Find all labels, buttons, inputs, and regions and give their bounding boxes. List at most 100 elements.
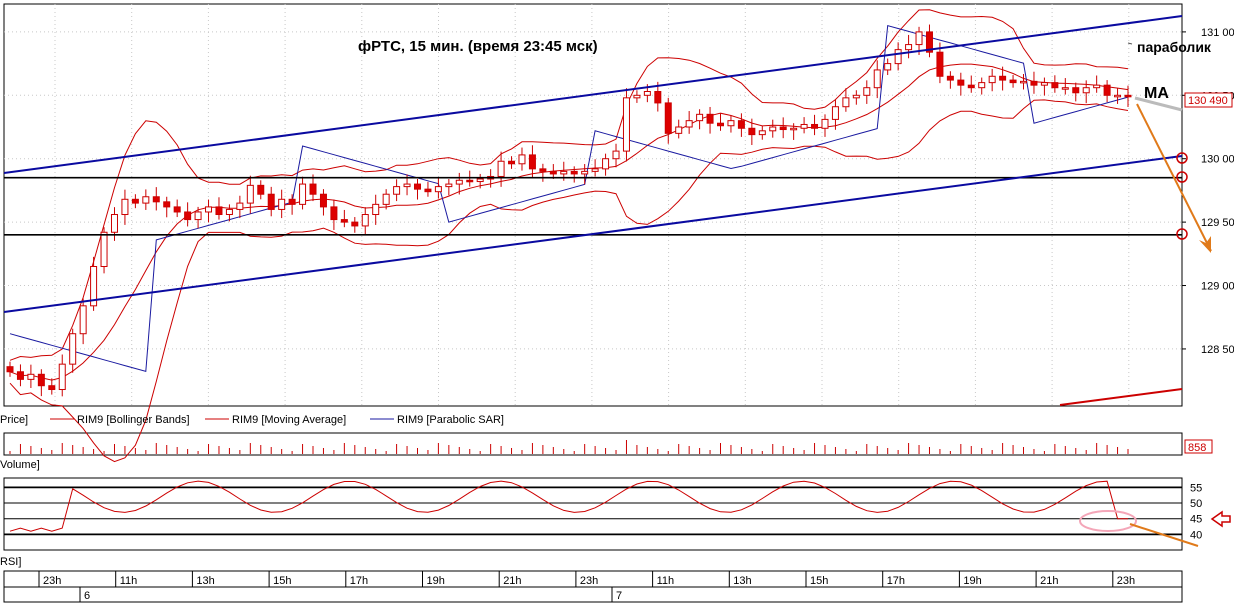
candle-down	[184, 211, 192, 221]
rsi-label: RSI]	[0, 556, 21, 568]
candle-up	[1093, 84, 1101, 89]
candle-down	[340, 219, 348, 223]
candle-up	[110, 214, 118, 233]
candle-up	[769, 126, 777, 132]
candle-up	[382, 193, 390, 205]
trading-chart: 128 500129 000129 500130 000130 500131 0…	[0, 3, 1234, 603]
candle-up	[560, 170, 568, 175]
candle-up	[393, 186, 401, 195]
time-tick-label: 11h	[657, 575, 675, 587]
time-tick-label: 17h	[350, 575, 368, 587]
candle-down	[1030, 80, 1038, 86]
candle-down	[257, 184, 265, 195]
time-tick-label: 15h	[810, 575, 828, 587]
candle-up	[612, 150, 620, 160]
candle-down	[528, 154, 536, 170]
candle-up	[205, 206, 213, 213]
candle-up	[1061, 87, 1069, 90]
candle-down	[309, 183, 317, 195]
candle-up	[121, 198, 129, 216]
volume-value: 858	[1188, 442, 1206, 454]
parabolic-annotation: параболик	[1137, 39, 1212, 55]
candle-down	[1072, 87, 1080, 94]
candle-up	[633, 94, 641, 99]
candle-down	[163, 201, 171, 208]
candle-down	[748, 127, 756, 136]
volume-label: Volume]	[0, 459, 40, 471]
candle-up	[455, 179, 463, 185]
candle-up	[1114, 94, 1122, 98]
candle-up	[581, 170, 589, 175]
candle-up	[831, 106, 839, 120]
candle-up	[790, 127, 798, 131]
candle-down	[1051, 82, 1059, 89]
volume-panel	[3, 432, 1183, 456]
ma-annotation: MA	[1144, 85, 1169, 102]
candle-up	[1082, 87, 1090, 94]
candle-down	[215, 206, 223, 216]
candle-down	[330, 206, 338, 221]
legend-parabolic-sar: RIM9 [Parabolic SAR]	[397, 414, 504, 426]
candle-down	[319, 193, 327, 208]
candle-up	[246, 184, 254, 204]
candle-up	[236, 202, 244, 210]
candle-down	[570, 170, 578, 175]
rsi-level-label: 40	[1190, 529, 1202, 541]
time-tick-label: 23h	[580, 575, 598, 587]
time-tick-label: 23h	[43, 575, 61, 587]
candle-up	[372, 203, 380, 216]
candle-down	[967, 84, 975, 89]
candle-up	[852, 94, 860, 99]
candle-up	[497, 160, 505, 177]
rsi-left-arrow-icon	[1210, 510, 1231, 528]
candle-up	[299, 183, 307, 205]
candle-down	[664, 102, 672, 134]
candle-down	[1124, 94, 1132, 98]
day-label: 7	[616, 590, 622, 602]
candle-down	[351, 221, 359, 227]
candle-down	[737, 120, 745, 129]
time-tick-label: 13h	[733, 575, 751, 587]
price-tick-label: 130 000	[1201, 154, 1234, 166]
candle-down	[508, 160, 516, 165]
time-tick-label: 11h	[120, 575, 138, 587]
candle-down	[957, 79, 965, 86]
candle-up	[79, 305, 87, 335]
candle-down	[654, 91, 662, 104]
candle-up	[591, 168, 599, 172]
candle-up	[821, 118, 829, 129]
candle-down	[131, 198, 139, 204]
candle-up	[978, 82, 986, 89]
candle-down	[1009, 79, 1017, 84]
day-label: 6	[84, 590, 90, 602]
candle-up	[142, 196, 150, 204]
candle-down	[539, 168, 547, 172]
price-tick-label: 131 000	[1201, 27, 1234, 39]
candle-up	[905, 44, 913, 51]
candle-down	[6, 366, 14, 373]
rsi-level-label: 55	[1190, 482, 1202, 494]
time-tick-label: 19h	[427, 575, 445, 587]
candle-down	[424, 188, 432, 193]
candle-up	[800, 123, 808, 129]
candle-down	[48, 385, 56, 391]
candle-up	[361, 214, 369, 227]
candle-up	[696, 113, 704, 122]
time-tick-label: 19h	[963, 575, 981, 587]
candle-down	[549, 170, 557, 175]
candle-up	[69, 333, 77, 365]
candle-up	[988, 75, 996, 84]
candle-up	[863, 87, 871, 96]
candle-up	[685, 120, 693, 128]
candle-up	[758, 130, 766, 136]
time-tick-label: 23h	[1117, 575, 1135, 587]
candle-down	[37, 373, 45, 387]
legend-price-label: Price]	[0, 414, 28, 426]
candle-up	[445, 183, 453, 188]
price-tick-label: 128 500	[1201, 344, 1234, 356]
candle-up	[194, 211, 202, 221]
candle-up	[1040, 82, 1048, 86]
price-axis: 128 500129 000129 500130 000130 500131 0…	[1182, 27, 1234, 356]
time-tick-label: 17h	[887, 575, 905, 587]
candle-down	[779, 126, 787, 131]
